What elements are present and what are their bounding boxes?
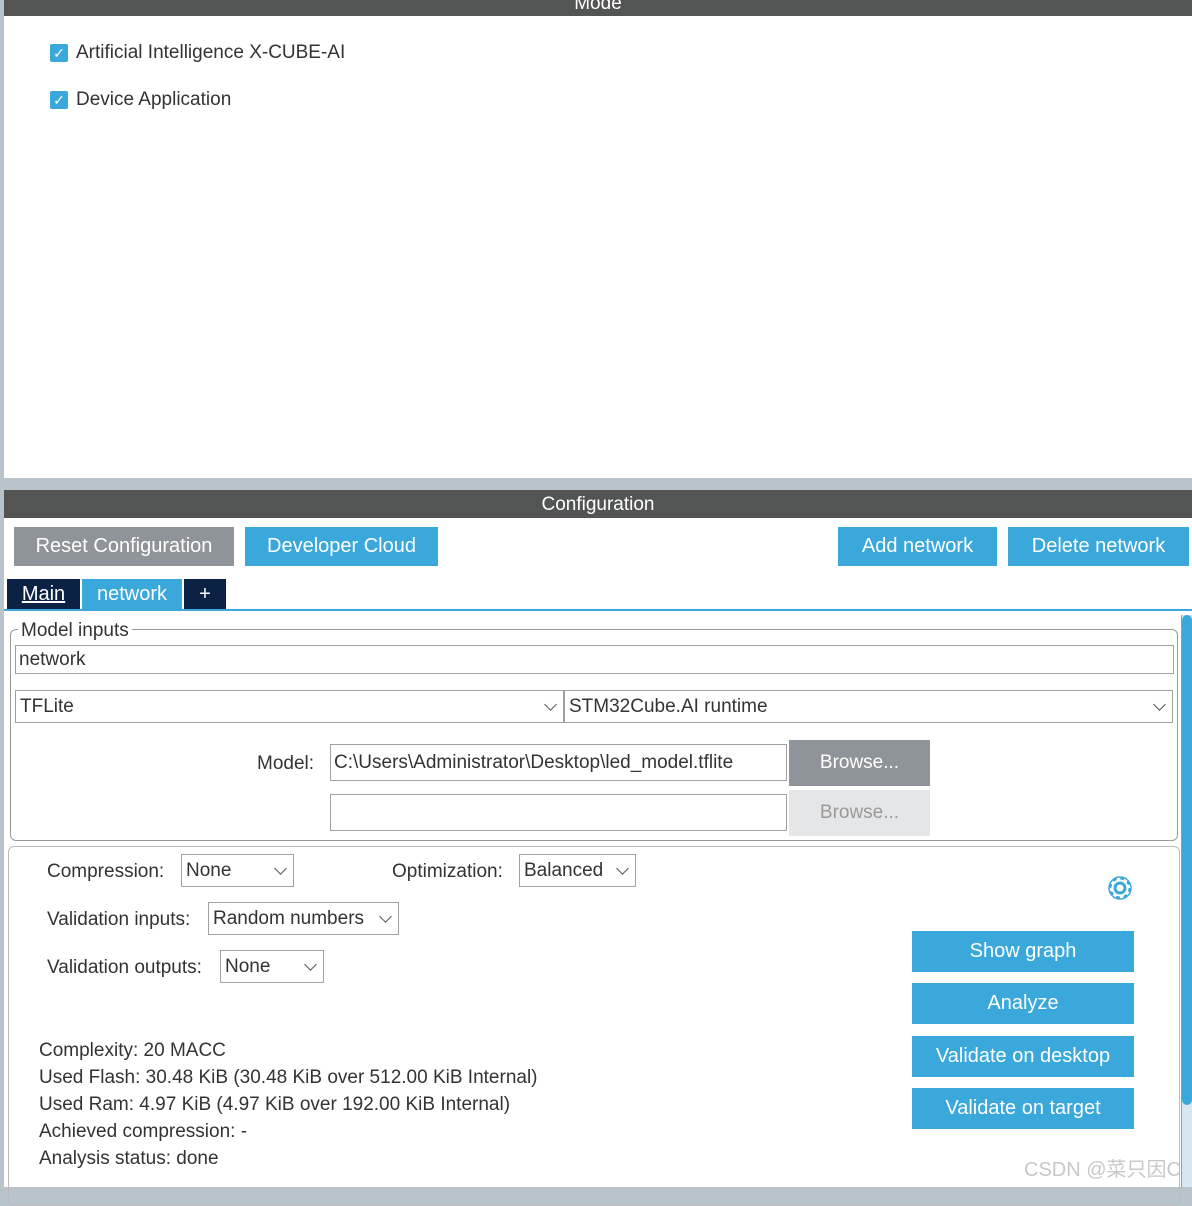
compression-select[interactable]: None — [181, 854, 294, 887]
show-graph-button[interactable]: Show graph — [912, 931, 1134, 972]
checkbox-x-cube-ai[interactable]: ✓ Artificial Intelligence X-CUBE-AI — [50, 42, 345, 64]
network-name-input[interactable]: network — [15, 645, 1174, 674]
compression-label: Compression: — [47, 861, 165, 882]
used-flash-text: Used Flash: 30.48 KiB (30.48 KiB over 51… — [39, 1067, 538, 1088]
runtime-value: STM32Cube.AI runtime — [569, 695, 768, 717]
scrollbar-thumb[interactable] — [1182, 615, 1192, 1105]
mode-title: Mode — [574, 0, 622, 14]
checkbox-label: Device Application — [76, 89, 232, 110]
validation-outputs-select[interactable]: None — [220, 950, 324, 983]
optimization-value: Balanced — [524, 859, 604, 881]
analysis-info: Complexity: 20 MACC Used Flash: 30.48 Ki… — [39, 1037, 538, 1172]
analyze-button[interactable]: Analyze — [912, 983, 1134, 1024]
chevron-down-icon — [616, 861, 629, 875]
validation-inputs-select[interactable]: Random numbers — [208, 902, 399, 935]
tab-network[interactable]: network — [82, 579, 182, 609]
validation-inputs-label: Validation inputs: — [47, 909, 191, 930]
validation-inputs-value: Random numbers — [213, 907, 365, 929]
reset-configuration-button[interactable]: Reset Configuration — [14, 527, 234, 566]
chevron-down-icon — [304, 957, 317, 971]
optimization-select[interactable]: Balanced — [519, 854, 636, 887]
mode-header: Mode — [4, 0, 1192, 16]
compression-value: None — [186, 859, 232, 881]
model-path-input[interactable]: C:\Users\Administrator\Desktop\led_model… — [330, 744, 787, 781]
chevron-down-icon — [1153, 697, 1166, 711]
validation-outputs-value: None — [225, 955, 271, 977]
developer-cloud-button[interactable]: Developer Cloud — [245, 527, 438, 566]
validation-outputs-label: Validation outputs: — [47, 957, 202, 978]
tab-underline — [4, 609, 1192, 611]
validate-target-button[interactable]: Validate on target — [912, 1088, 1134, 1129]
complexity-text: Complexity: 20 MACC — [39, 1040, 226, 1061]
mode-panel: ✓ Artificial Intelligence X-CUBE-AI ✓ Devi… — [4, 16, 1192, 478]
watermark: CSDN @菜只因C — [1024, 1159, 1181, 1181]
model-inputs-legend: Model inputs — [18, 620, 132, 642]
checkbox-label: Artificial Intelligence X-CUBE-AI — [76, 42, 346, 63]
configuration-panel: Reset Configuration Developer Cloud Add … — [4, 518, 1192, 1206]
browse-model-button[interactable]: Browse... — [789, 740, 930, 786]
gear-icon[interactable] — [1103, 871, 1137, 905]
add-network-button[interactable]: Add network — [838, 527, 997, 566]
chevron-down-icon — [274, 861, 287, 875]
analysis-status-text: Analysis status: done — [39, 1148, 219, 1169]
model-label: Model: — [257, 753, 315, 774]
optimization-label: Optimization: — [392, 861, 503, 882]
compression-text: Achieved compression: - — [39, 1121, 248, 1142]
framework-value: TFLite — [20, 695, 74, 717]
chevron-down-icon — [379, 909, 392, 923]
browse-secondary-button[interactable]: Browse... — [789, 790, 930, 836]
check-icon: ✓ — [50, 44, 68, 62]
secondary-path-input[interactable] — [330, 794, 787, 831]
checkbox-device-application[interactable]: ✓ Device Application — [50, 89, 231, 111]
runtime-select[interactable]: STM32Cube.AI runtime — [564, 690, 1173, 723]
configuration-title: Configuration — [541, 494, 655, 515]
chevron-down-icon — [544, 697, 557, 711]
tab-main[interactable]: Main — [7, 579, 80, 609]
configuration-header: Configuration — [4, 490, 1192, 518]
delete-network-button[interactable]: Delete network — [1008, 527, 1189, 566]
framework-select[interactable]: TFLite — [15, 690, 564, 723]
used-ram-text: Used Ram: 4.97 KiB (4.97 KiB over 192.00… — [39, 1094, 511, 1115]
tab-add[interactable]: + — [184, 579, 226, 609]
check-icon: ✓ — [50, 91, 68, 109]
validate-desktop-button[interactable]: Validate on desktop — [912, 1036, 1134, 1077]
